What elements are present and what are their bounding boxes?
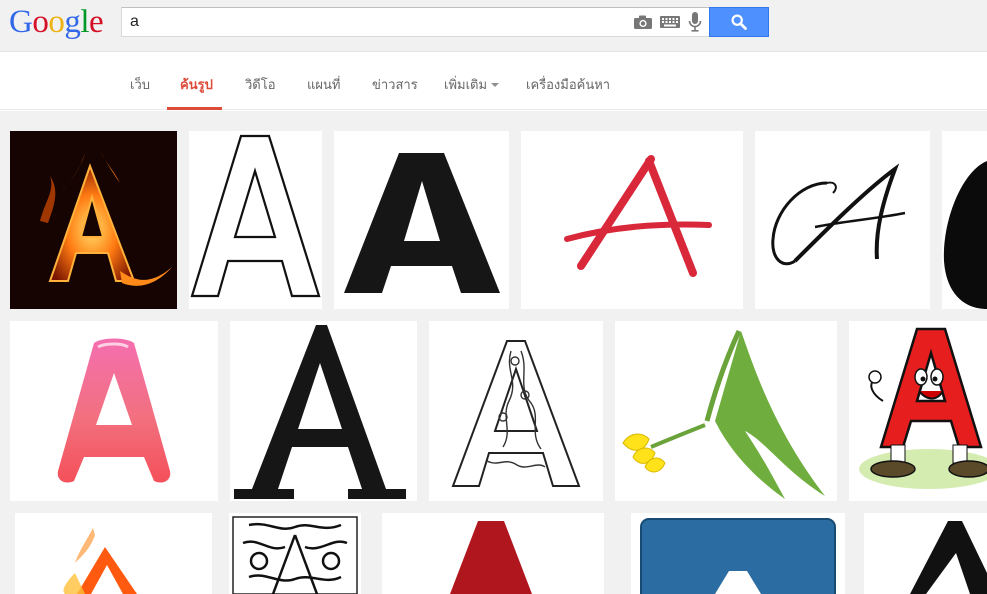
search-tools-button[interactable]: เครื่องมือค้นหา	[526, 74, 610, 95]
image-result-black-letter-a-partial[interactable]	[864, 513, 987, 594]
image-search-page: { "header": { "logo_letters": ["G","o","…	[0, 0, 987, 594]
tab-news[interactable]: ข่าวสาร	[372, 74, 418, 95]
chevron-down-icon	[491, 82, 500, 87]
tab-web[interactable]: เว็บ	[130, 74, 150, 95]
top-bar: Google	[0, 0, 987, 52]
logo-letter: o	[48, 4, 65, 40]
image-result-bold-black-letter-a[interactable]	[334, 131, 509, 309]
image-result-red-brush-letter-a[interactable]	[521, 131, 743, 309]
image-result-tulip-letter-a[interactable]	[615, 321, 837, 501]
active-tab-underline	[167, 107, 222, 110]
logo-letter: o	[32, 4, 49, 40]
microphone-icon[interactable]	[687, 12, 703, 32]
logo-letter: l	[80, 4, 90, 40]
search-input[interactable]	[130, 11, 610, 33]
image-result-script-letter-a[interactable]	[755, 131, 930, 309]
image-result-decorative-letter-a-partial[interactable]	[229, 513, 361, 594]
image-results-grid	[0, 111, 987, 594]
image-result-black-partial-letter[interactable]	[942, 131, 987, 309]
camera-icon[interactable]	[633, 13, 653, 31]
magnifier-icon	[731, 14, 747, 30]
image-result-red-letter-a-partial[interactable]	[382, 513, 604, 594]
keyboard-icon[interactable]	[659, 13, 681, 31]
search-tabs: เว็บ ค้นรูป วิดีโอ แผนที่ ข่าวสาร เพิ่มเ…	[0, 52, 987, 110]
tab-maps[interactable]: แผนที่	[307, 74, 340, 95]
logo-letter: g	[64, 4, 81, 40]
image-result-fire-letter-a[interactable]	[10, 131, 177, 309]
image-result-serif-letter-a[interactable]	[230, 321, 417, 501]
image-result-cartoon-letter-a[interactable]	[849, 321, 987, 501]
image-result-ornate-letter-a[interactable]	[429, 321, 603, 501]
image-result-blue-tile-letter-a-partial[interactable]	[631, 513, 845, 594]
image-result-outline-letter-a[interactable]	[189, 131, 322, 309]
google-logo[interactable]: Google	[9, 4, 104, 40]
tab-images[interactable]: ค้นรูป	[180, 74, 213, 95]
search-box	[121, 7, 710, 37]
tab-videos[interactable]: วิดีโอ	[245, 74, 276, 95]
search-button[interactable]	[709, 7, 769, 37]
tab-more[interactable]: เพิ่มเติม	[444, 74, 500, 95]
logo-letter: e	[89, 4, 104, 40]
image-result-fire-letter-a-partial[interactable]	[15, 513, 212, 594]
image-result-pink-gradient-letter-a[interactable]	[10, 321, 218, 501]
tab-more-label: เพิ่มเติม	[444, 77, 488, 92]
logo-letter: G	[9, 4, 33, 40]
